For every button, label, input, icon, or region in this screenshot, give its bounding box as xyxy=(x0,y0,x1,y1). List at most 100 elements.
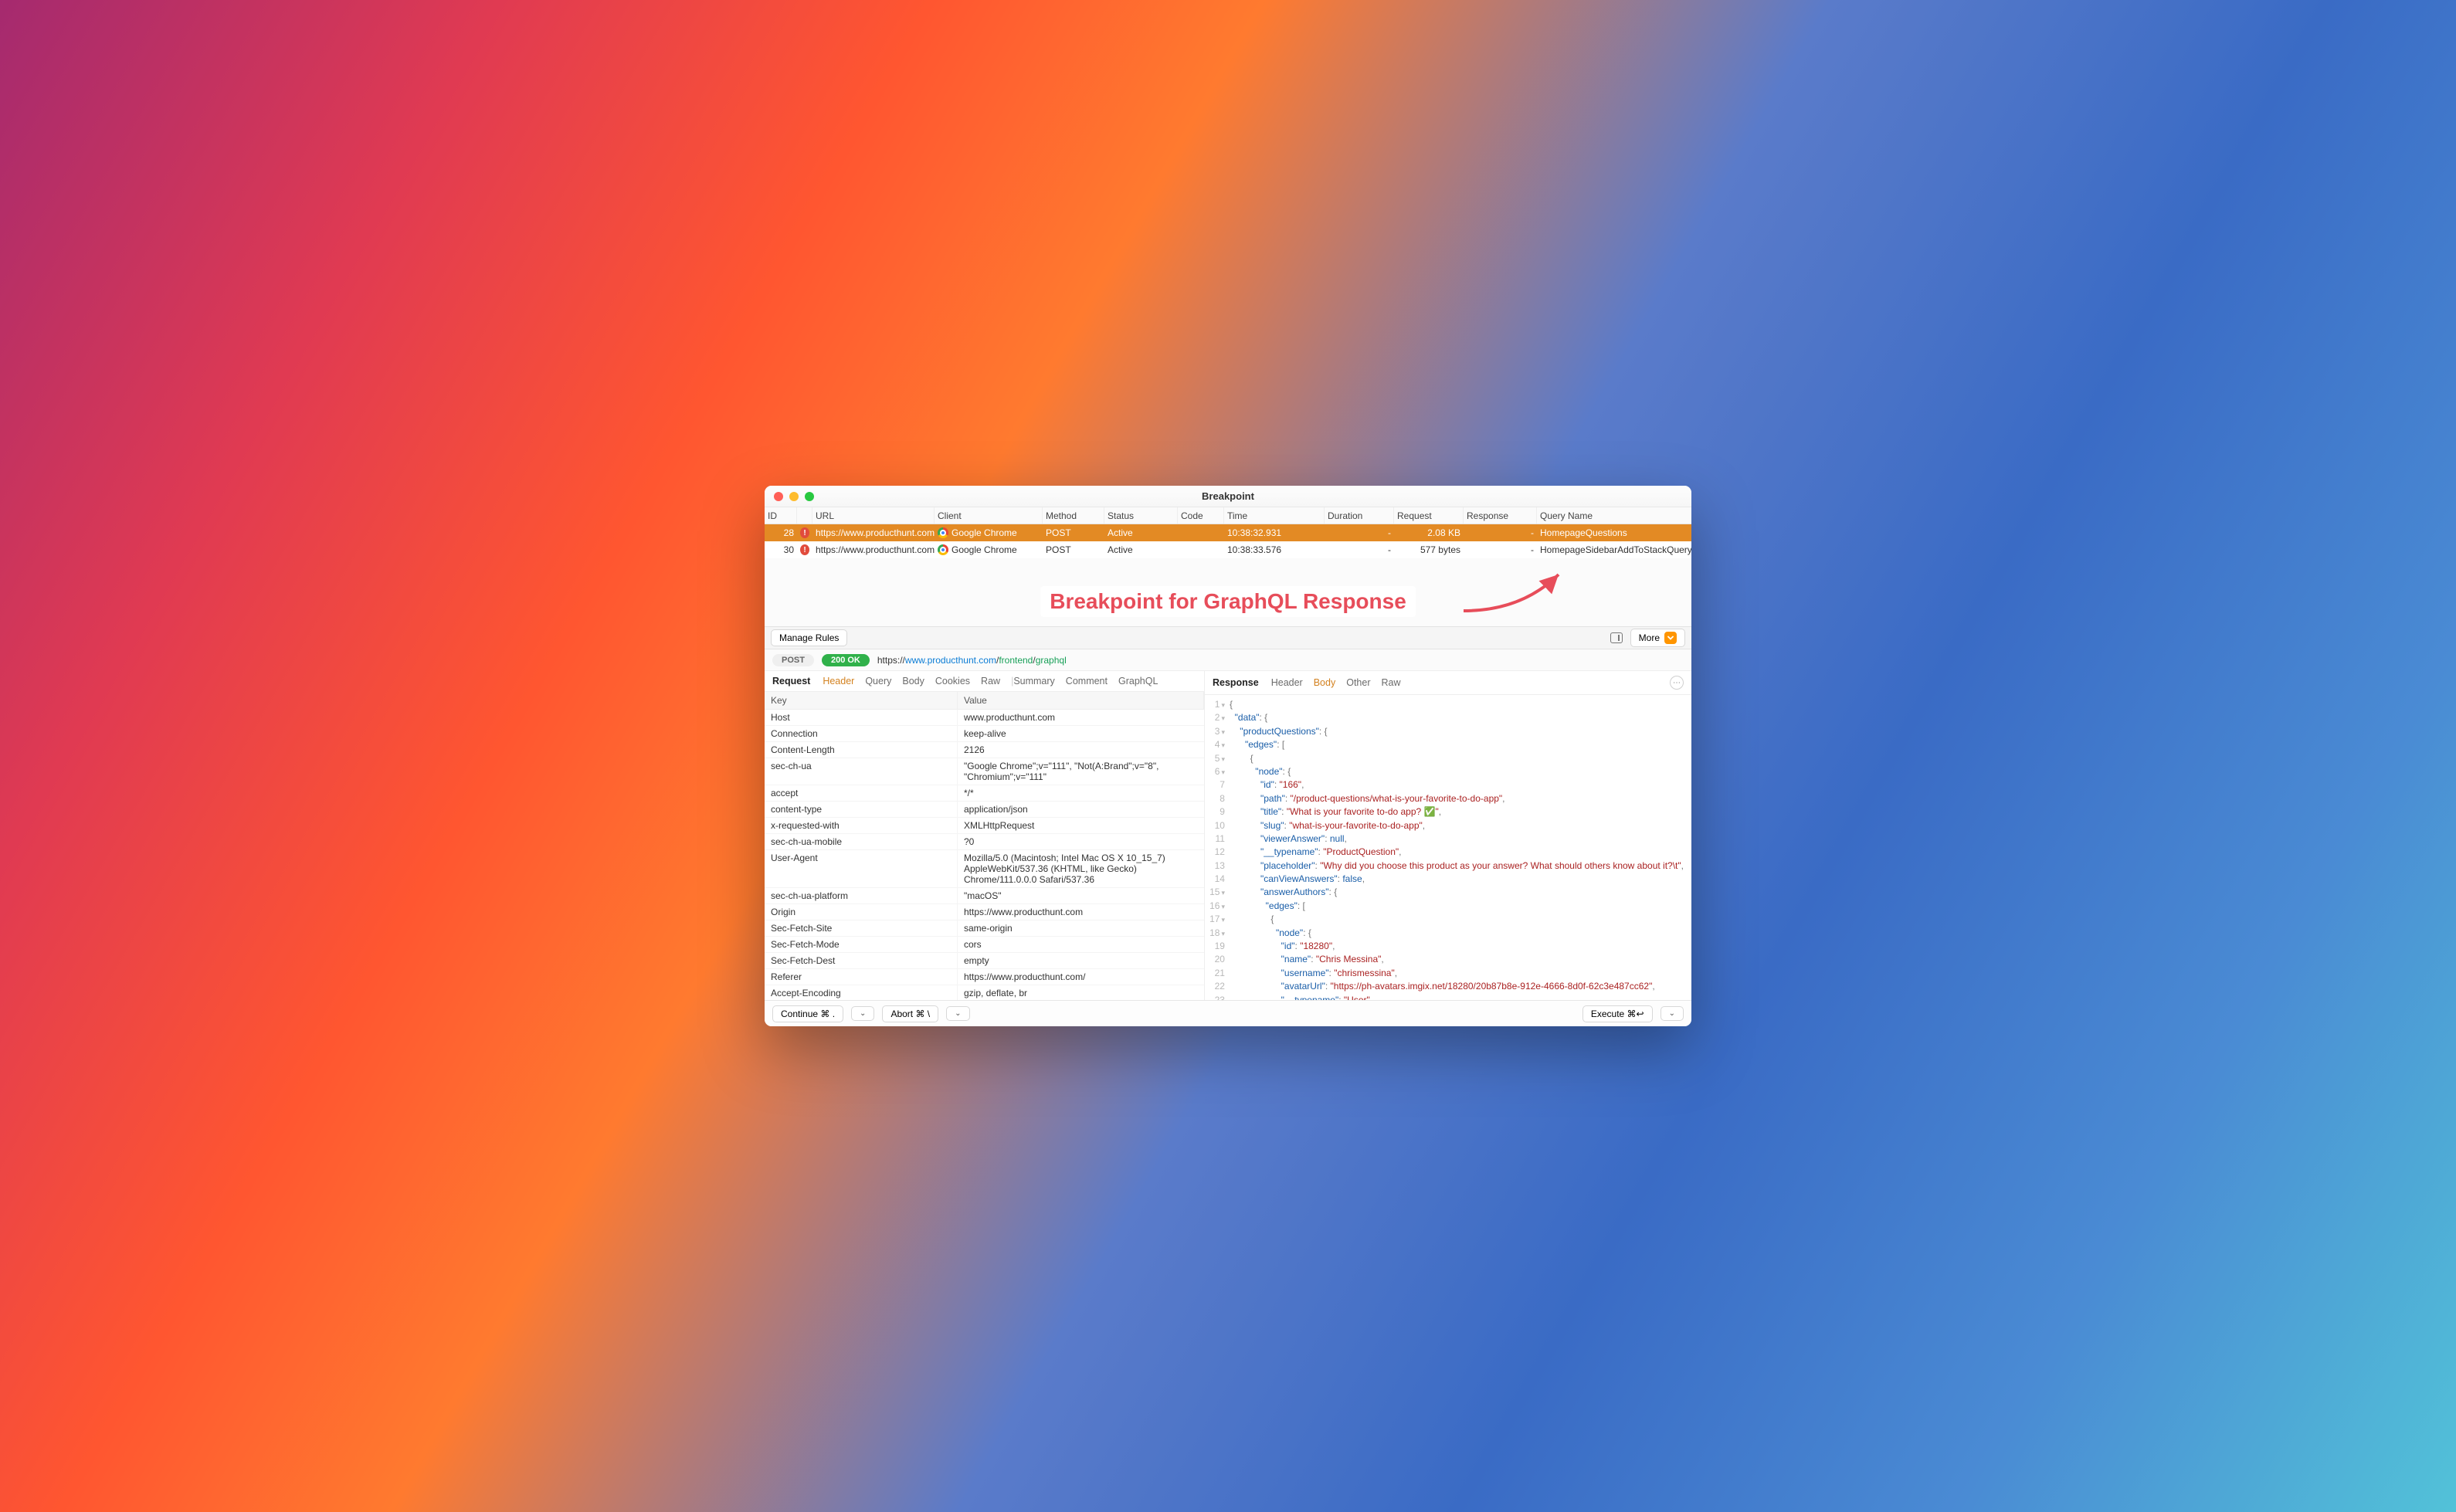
tab-header[interactable]: Header xyxy=(1271,677,1303,688)
header-value: "Google Chrome";v="111", "Not(A:Brand";v… xyxy=(958,758,1204,785)
tab-header[interactable]: Header xyxy=(823,676,854,687)
header-key: Accept-Encoding xyxy=(765,985,958,1000)
header-row[interactable]: sec-ch-ua-mobile?0 xyxy=(765,834,1204,850)
code-line: 14 "canViewAnswers": false, xyxy=(1205,873,1691,886)
col-response[interactable]: Response xyxy=(1464,507,1537,524)
header-row[interactable]: accept*/* xyxy=(765,785,1204,802)
code-line: 13 "placeholder": "Why did you choose th… xyxy=(1205,859,1691,873)
abort-button[interactable]: Abort ⌘ \ xyxy=(882,1005,938,1022)
col-duration[interactable]: Duration xyxy=(1325,507,1394,524)
tab-cookies[interactable]: Cookies xyxy=(935,676,970,687)
code-line: 8 "path": "/product-questions/what-is-yo… xyxy=(1205,792,1691,805)
col-method[interactable]: Method xyxy=(1043,507,1104,524)
col-query[interactable]: Query Name xyxy=(1537,507,1691,524)
continue-menu-button[interactable]: ⌄ xyxy=(851,1006,874,1021)
col-url[interactable]: URL xyxy=(812,507,935,524)
header-row[interactable]: Sec-Fetch-Sitesame-origin xyxy=(765,920,1204,937)
execute-menu-button[interactable]: ⌄ xyxy=(1661,1006,1684,1021)
table-row-empty xyxy=(765,575,1691,592)
code-line: 21 "username": "chrismessina", xyxy=(1205,967,1691,980)
header-row[interactable]: x-requested-withXMLHttpRequest xyxy=(765,818,1204,834)
header-key: content-type xyxy=(765,802,958,818)
window-title: Breakpoint xyxy=(765,490,1691,502)
header-row[interactable]: Sec-Fetch-Modecors xyxy=(765,937,1204,953)
col-code[interactable]: Code xyxy=(1178,507,1224,524)
table-row[interactable]: 30!https://www.producthunt.com/frontend/… xyxy=(765,541,1691,558)
header-key: Content-Length xyxy=(765,742,958,758)
col-client[interactable]: Client xyxy=(935,507,1043,524)
col-status[interactable]: Status xyxy=(1104,507,1178,524)
panes: Request HeaderQueryBodyCookiesRaw|Summar… xyxy=(765,671,1691,1000)
table-row-empty xyxy=(765,592,1691,609)
breakpoint-icon: ! xyxy=(800,544,809,555)
header-row[interactable]: Hostwww.producthunt.com xyxy=(765,710,1204,726)
header-value: empty xyxy=(958,953,1204,969)
code-line: 19 "id": "18280", xyxy=(1205,940,1691,953)
abort-menu-button[interactable]: ⌄ xyxy=(946,1006,969,1021)
header-row[interactable]: sec-ch-ua"Google Chrome";v="111", "Not(A… xyxy=(765,758,1204,785)
table-row-empty xyxy=(765,558,1691,575)
tab-graphql[interactable]: GraphQL xyxy=(1118,676,1158,687)
tab-summary[interactable]: Summary xyxy=(1013,676,1054,687)
header-row[interactable]: content-typeapplication/json xyxy=(765,802,1204,818)
tab-body[interactable]: Body xyxy=(1314,677,1336,688)
col-request[interactable]: Request xyxy=(1394,507,1464,524)
urlbar: POST 200 OK https://www.producthunt.com/… xyxy=(765,649,1691,671)
table-body: 28!https://www.producthunt.com/frontend/… xyxy=(765,524,1691,626)
col-id[interactable]: ID xyxy=(765,507,797,524)
code-line: 3▾ "productQuestions": { xyxy=(1205,725,1691,738)
more-label: More xyxy=(1639,632,1660,643)
request-tabs: Request HeaderQueryBodyCookiesRaw|Summar… xyxy=(765,671,1204,692)
code-line: 12 "__typename": "ProductQuestion", xyxy=(1205,846,1691,859)
code-line: 11 "viewerAnswer": null, xyxy=(1205,832,1691,846)
header-value: application/json xyxy=(958,802,1204,818)
kv-header: Key Value xyxy=(765,692,1204,710)
chrome-icon xyxy=(938,527,948,538)
header-row[interactable]: Content-Length2126 xyxy=(765,742,1204,758)
tab-query[interactable]: Query xyxy=(865,676,891,687)
code-line: 9 "title": "What is your favorite to-do … xyxy=(1205,805,1691,819)
headers-list[interactable]: Hostwww.producthunt.comConnectionkeep-al… xyxy=(765,710,1204,1000)
header-key: sec-ch-ua-platform xyxy=(765,888,958,904)
header-row[interactable]: Connectionkeep-alive xyxy=(765,726,1204,742)
header-key: Sec-Fetch-Site xyxy=(765,920,958,937)
header-value: cors xyxy=(958,937,1204,953)
header-value: https://www.producthunt.com/ xyxy=(958,969,1204,985)
header-value: https://www.producthunt.com xyxy=(958,904,1204,920)
code-line: 6▾ "node": { xyxy=(1205,765,1691,778)
table-row-empty xyxy=(765,609,1691,626)
header-row[interactable]: Originhttps://www.producthunt.com xyxy=(765,904,1204,920)
more-button[interactable]: More xyxy=(1630,629,1685,647)
code-line: 10 "slug": "what-is-your-favorite-to-do-… xyxy=(1205,819,1691,832)
header-key: accept xyxy=(765,785,958,802)
footer: Continue ⌘ . ⌄ Abort ⌘ \ ⌄ Execute ⌘↩ ⌄ xyxy=(765,1000,1691,1026)
col-time[interactable]: Time xyxy=(1224,507,1325,524)
tab-comment[interactable]: Comment xyxy=(1066,676,1108,687)
response-tabs: Response HeaderBodyOtherRaw ⋯ xyxy=(1205,671,1691,695)
panel-layout-icon[interactable] xyxy=(1610,632,1623,643)
header-row[interactable]: User-AgentMozilla/5.0 (Macintosh; Intel … xyxy=(765,850,1204,888)
tab-other[interactable]: Other xyxy=(1346,677,1370,688)
continue-button[interactable]: Continue ⌘ . xyxy=(772,1005,843,1022)
header-key: User-Agent xyxy=(765,850,958,888)
header-value: 2126 xyxy=(958,742,1204,758)
tab-raw[interactable]: Raw xyxy=(1381,677,1400,688)
header-key: Referer xyxy=(765,969,958,985)
breakpoint-icon: ! xyxy=(800,527,809,538)
tab-raw[interactable]: Raw xyxy=(981,676,1000,687)
code-line: 1▾{ xyxy=(1205,698,1691,711)
header-row[interactable]: Accept-Encodinggzip, deflate, br xyxy=(765,985,1204,1000)
table-row[interactable]: 28!https://www.producthunt.com/frontend/… xyxy=(765,524,1691,541)
header-row[interactable]: Sec-Fetch-Destempty xyxy=(765,953,1204,969)
execute-button[interactable]: Execute ⌘↩ xyxy=(1582,1005,1653,1022)
header-row[interactable]: Refererhttps://www.producthunt.com/ xyxy=(765,969,1204,985)
more-options-icon[interactable]: ⋯ xyxy=(1670,676,1684,690)
code-line: 17▾ { xyxy=(1205,913,1691,926)
header-key: Host xyxy=(765,710,958,726)
header-value: */* xyxy=(958,785,1204,802)
response-body[interactable]: 1▾{2▾ "data": {3▾ "productQuestions": {4… xyxy=(1205,695,1691,1000)
header-row[interactable]: sec-ch-ua-platform"macOS" xyxy=(765,888,1204,904)
titlebar: Breakpoint xyxy=(765,486,1691,507)
tab-body[interactable]: Body xyxy=(902,676,924,687)
manage-rules-button[interactable]: Manage Rules xyxy=(771,629,847,646)
